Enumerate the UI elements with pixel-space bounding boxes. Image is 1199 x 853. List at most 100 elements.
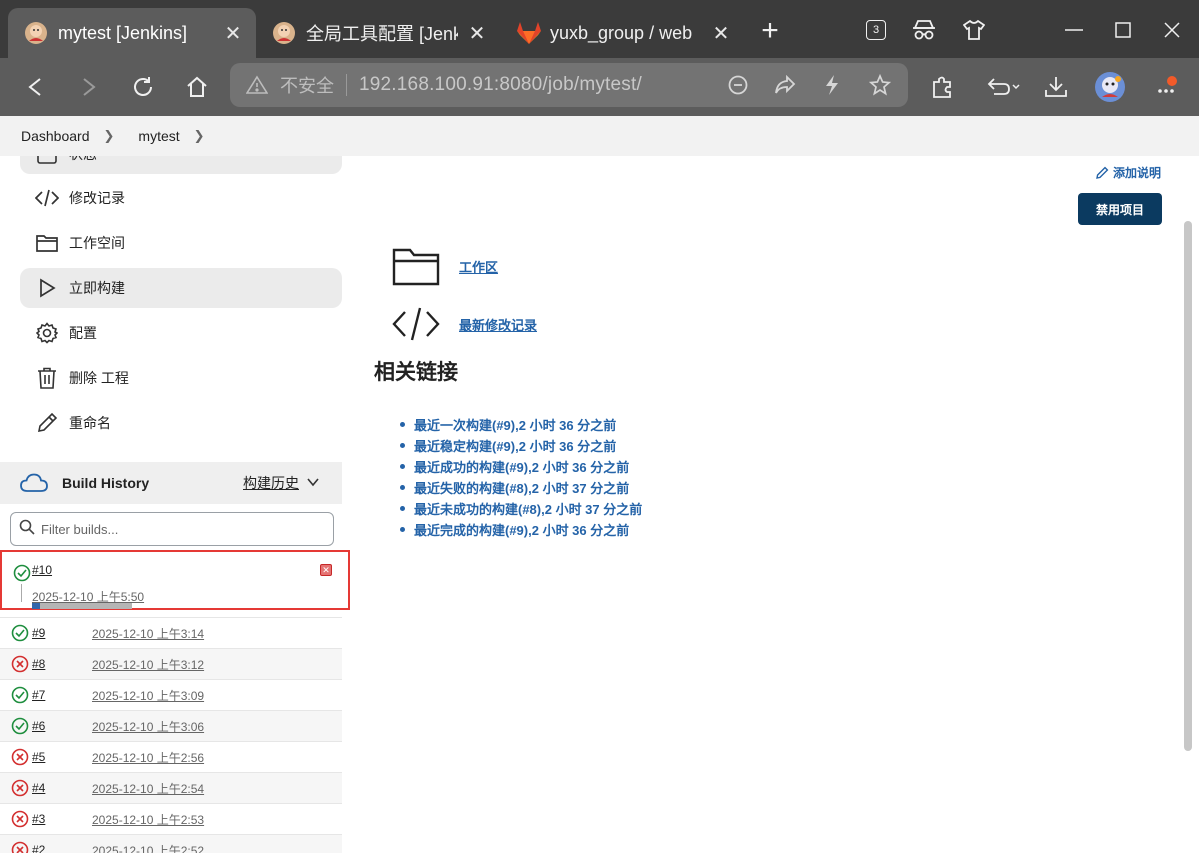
shirt-icon[interactable] (958, 14, 990, 46)
build-row[interactable]: #5 2025-12-10 上午2:56 (0, 741, 342, 772)
sidebar-item-rename[interactable]: 重命名 (20, 403, 342, 443)
close-window-button[interactable] (1156, 14, 1188, 46)
sidebar-item-label: 重命名 (69, 415, 111, 431)
minimize-button[interactable] (1058, 14, 1090, 46)
sidebar-item-status[interactable]: 状态 (20, 156, 342, 174)
workspace-link[interactable]: 工作区 (392, 246, 498, 286)
related-link[interactable]: 最近一次构建(#9),2 小时 36 分之前 (400, 414, 642, 435)
current-build-row[interactable]: #10 ✕ 2025-12-10 上午5:50 (0, 550, 350, 610)
build-date-link[interactable]: 2025-12-10 上午3:12 (92, 656, 204, 673)
related-link[interactable]: 最近失败的构建(#8),2 小时 37 分之前 (400, 477, 642, 498)
failed-status-icon (11, 779, 29, 797)
build-number-link[interactable]: #5 (32, 750, 92, 764)
related-links-title: 相关链接 (374, 361, 458, 384)
build-row[interactable]: #6 2025-12-10 上午3:06 (0, 710, 342, 741)
tab-title: 全局工具配置 [Jenk (306, 24, 458, 44)
build-date-link[interactable]: 2025-12-10 上午2:54 (92, 780, 204, 797)
build-row[interactable]: #3 2025-12-10 上午2:53 (0, 803, 342, 834)
build-row[interactable]: #7 2025-12-10 上午3:09 (0, 679, 342, 710)
build-date-link[interactable]: 2025-12-10 上午2:52 (92, 842, 204, 853)
build-row[interactable]: #2 2025-12-10 上午2:52 (0, 834, 342, 853)
failed-status-icon (11, 810, 29, 828)
forward-icon[interactable] (73, 71, 105, 103)
timeline-line (21, 584, 22, 602)
close-tab-icon[interactable]: ✕ (466, 21, 488, 46)
menu-icon[interactable] (1150, 71, 1182, 103)
build-number-link[interactable]: #2 (32, 843, 92, 853)
share-icon[interactable] (773, 73, 797, 97)
build-row[interactable]: #8 2025-12-10 上午3:12 (0, 648, 342, 679)
status-icon (33, 156, 61, 166)
filter-builds-field[interactable] (10, 512, 334, 546)
related-link[interactable]: 最近稳定构建(#9),2 小时 36 分之前 (400, 435, 642, 456)
tab-global-tools-config[interactable]: 全局工具配置 [Jenk ✕ (256, 8, 500, 58)
breadcrumb-dashboard[interactable]: Dashboard (21, 128, 90, 144)
related-link[interactable]: 最近未成功的构建(#8),2 小时 37 分之前 (400, 498, 642, 519)
abort-build-icon[interactable]: ✕ (320, 564, 332, 576)
recent-changes-link[interactable]: 最新修改记录 (392, 304, 537, 344)
chevron-down-icon[interactable] (306, 475, 320, 494)
build-row[interactable]: #9 2025-12-10 上午3:14 (0, 617, 342, 648)
related-link[interactable]: 最近完成的构建(#9),2 小时 36 分之前 (400, 519, 642, 540)
build-date-link[interactable]: 2025-12-10 上午2:56 (92, 749, 204, 766)
build-number-link[interactable]: #8 (32, 657, 92, 671)
zoom-out-icon[interactable] (726, 73, 750, 97)
star-icon[interactable] (868, 73, 892, 97)
breadcrumb-mytest[interactable]: mytest (138, 128, 179, 144)
add-description-link[interactable]: 添加说明 (1095, 164, 1161, 181)
related-link-text: 最近成功的构建(#9),2 小时 36 分之前 (414, 460, 630, 475)
build-number-link[interactable]: #6 (32, 719, 92, 733)
page-scrollbar[interactable] (1184, 221, 1192, 751)
close-tab-icon[interactable]: ✕ (222, 21, 244, 46)
related-link[interactable]: 最近成功的构建(#9),2 小时 36 分之前 (400, 456, 642, 477)
build-row[interactable]: #4 2025-12-10 上午2:54 (0, 772, 342, 803)
build-number-link[interactable]: #7 (32, 688, 92, 702)
avatar[interactable] (1094, 71, 1126, 103)
tab-count-button[interactable]: 3 (860, 14, 892, 46)
close-tab-icon[interactable]: ✕ (710, 21, 732, 46)
sidebar-item-build-now[interactable]: 立即构建 (20, 268, 342, 308)
disable-project-button[interactable]: 禁用项目 (1078, 193, 1162, 225)
download-icon[interactable] (1040, 71, 1072, 103)
extensions-icon[interactable] (926, 71, 958, 103)
reload-icon[interactable] (127, 71, 159, 103)
jenkins-icon (24, 21, 48, 45)
sidebar-item-delete-project[interactable]: 删除 工程 (20, 358, 342, 398)
build-number-link[interactable]: #3 (32, 812, 92, 826)
build-date-link[interactable]: 2025-12-10 上午2:53 (92, 811, 204, 828)
url-text[interactable]: 192.168.100.91:8080/job/mytest/ (359, 74, 642, 96)
build-date-link[interactable]: 2025-12-10 上午3:14 (92, 625, 204, 642)
build-number-link[interactable]: #9 (32, 626, 92, 640)
lightning-icon[interactable] (820, 73, 844, 97)
folder-icon (392, 246, 440, 286)
home-icon[interactable] (181, 71, 213, 103)
success-status-icon (13, 564, 31, 587)
tab-title: yuxb_group / web (550, 22, 693, 43)
tab-count: 3 (866, 20, 886, 40)
tab-gitlab-web[interactable]: yuxb_group / web ✕ (500, 8, 744, 58)
warning-icon (246, 74, 268, 96)
filter-builds-input[interactable] (41, 521, 321, 537)
build-number-link[interactable]: #4 (32, 781, 92, 795)
sidebar-item-changes[interactable]: 修改记录 (20, 178, 342, 218)
sidebar-item-workspace[interactable]: 工作空间 (20, 223, 342, 263)
build-date-link[interactable]: 2025-12-10 上午3:06 (92, 718, 204, 735)
undo-menu-icon[interactable] (984, 71, 1022, 103)
back-icon[interactable] (19, 71, 51, 103)
build-history-header: Build History 构建历史 (0, 462, 342, 504)
bullet (400, 443, 405, 448)
chevron-right-icon[interactable]: ❯ (194, 128, 205, 144)
address-bar[interactable]: 不安全 192.168.100.91:8080/job/mytest/ (230, 63, 908, 107)
build-number-link[interactable]: #10 (32, 563, 52, 577)
incognito-icon[interactable] (908, 14, 940, 46)
sidebar-item-configure[interactable]: 配置 (20, 313, 342, 353)
new-tab-button[interactable]: + (756, 14, 784, 48)
related-link-text: 最近失败的构建(#8),2 小时 37 分之前 (414, 481, 630, 496)
bullet (400, 485, 405, 490)
trash-icon (33, 366, 61, 390)
maximize-button[interactable] (1107, 14, 1139, 46)
sidebar-item-label: 修改记录 (69, 190, 125, 206)
tab-mytest-jenkins[interactable]: mytest [Jenkins] ✕ (8, 8, 256, 58)
build-trend-link[interactable]: 构建历史 (243, 473, 299, 493)
build-date-link[interactable]: 2025-12-10 上午3:09 (92, 687, 204, 704)
